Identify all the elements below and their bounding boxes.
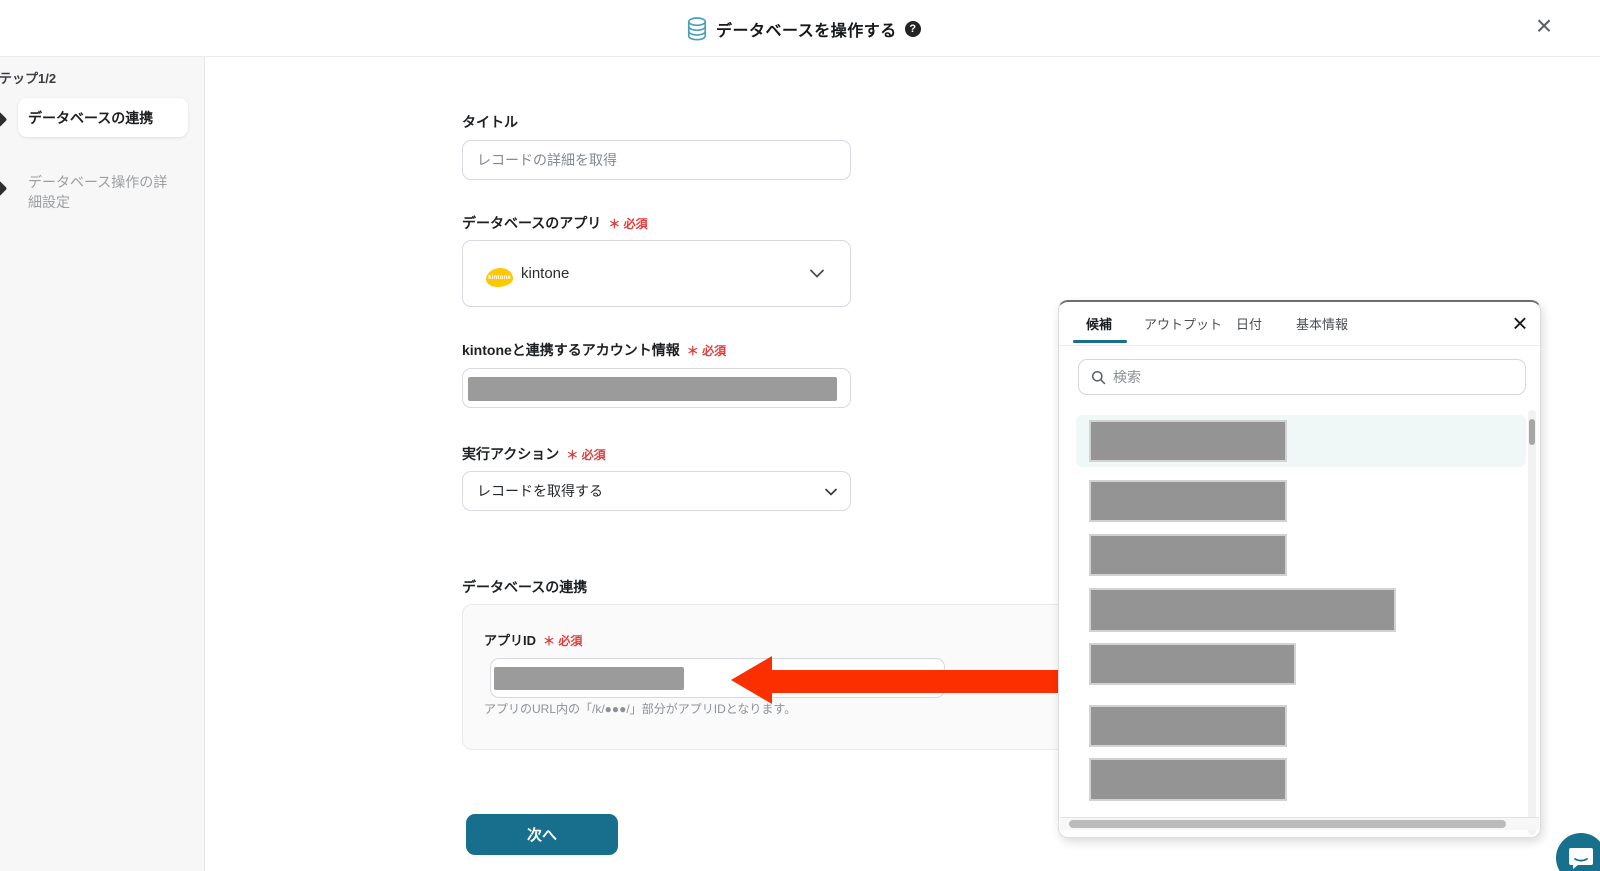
tab-output[interactable]: アウトプット: [1144, 314, 1222, 333]
step-pin-icon: [0, 111, 8, 128]
action-select-value: レコードを取得する: [477, 483, 603, 499]
popup-search-input[interactable]: [1113, 369, 1525, 385]
tab-date[interactable]: 日付: [1236, 314, 1262, 333]
popup-search: [1078, 359, 1526, 395]
action-select[interactable]: レコードを取得する: [462, 471, 851, 511]
vertical-scrollbar-track[interactable]: [1528, 410, 1536, 835]
horizontal-scrollbar-thumb[interactable]: [1069, 820, 1506, 828]
suggestion-popup: 候補 アウトプット 日付 基本情報 ×: [1058, 300, 1541, 838]
app-field-label: データベースのアプリ＊ 必須: [462, 215, 648, 231]
chevron-down-icon: [810, 269, 824, 278]
list-item-redacted[interactable]: [1089, 534, 1287, 576]
kintone-logo-icon: kintone: [486, 268, 513, 287]
chevron-down-icon: [825, 488, 837, 496]
popup-close-icon[interactable]: ×: [1503, 306, 1537, 340]
account-field-label: kintoneと連携するアカウント情報＊ 必須: [462, 342, 727, 358]
app-select-value: kintone: [521, 265, 570, 282]
title-input-wrap: [462, 140, 851, 180]
screen: データベースを操作する ? × ステップ1/2 データベースの連携 データベース…: [0, 0, 1600, 871]
tab-kouho[interactable]: 候補: [1086, 314, 1112, 333]
help-icon[interactable]: ?: [904, 20, 921, 37]
tab-divider: [1059, 345, 1540, 346]
list-item-redacted[interactable]: [1089, 758, 1287, 801]
required-badge: ＊ 必須: [543, 634, 583, 648]
tab-basic-info[interactable]: 基本情報: [1296, 314, 1348, 333]
step-counter: ステップ1/2: [0, 71, 57, 86]
active-tab-underline: [1073, 340, 1127, 343]
required-badge: ＊ 必須: [686, 344, 727, 358]
list-item-redacted[interactable]: [1089, 705, 1287, 747]
db-section-label: データベースの連携: [462, 579, 588, 595]
chat-widget-button[interactable]: [1556, 833, 1600, 871]
list-item-redacted[interactable]: [1089, 588, 1396, 632]
database-icon: [687, 16, 707, 41]
next-button[interactable]: 次へ: [466, 814, 618, 855]
modal-header: データベースを操作する ? ×: [0, 0, 1600, 57]
modal-close-icon[interactable]: ×: [1526, 6, 1562, 46]
required-badge: ＊ 必須: [608, 217, 648, 231]
page-title: データベースを操作する: [716, 22, 897, 40]
required-badge: ＊ 必須: [566, 448, 606, 462]
search-icon: [1091, 370, 1106, 384]
title-field-label: タイトル: [462, 114, 518, 130]
app-select[interactable]: kintone kintone: [462, 240, 851, 307]
list-item-redacted[interactable]: [1089, 420, 1287, 462]
app-id-label: アプリID ＊ 必須: [484, 633, 583, 648]
action-field-label: 実行アクション＊ 必須: [462, 446, 606, 462]
account-input[interactable]: [462, 368, 851, 408]
title-input[interactable]: [463, 141, 850, 179]
redacted-account-value: [468, 377, 837, 401]
annotation-arrow-head: [731, 656, 772, 704]
annotation-arrow: [770, 670, 1070, 693]
list-item-redacted[interactable]: [1089, 643, 1296, 685]
step-pin-icon: [0, 180, 8, 197]
chat-bubble-icon: [1569, 848, 1593, 869]
vertical-scrollbar-thumb[interactable]: [1529, 419, 1535, 445]
redacted-app-id-value: [494, 667, 684, 690]
sidebar-item-database-link[interactable]: データベースの連携: [18, 98, 188, 137]
steps-sidebar: ステップ1/2 データベースの連携 データベース操作の詳細設定: [0, 57, 205, 871]
sidebar-item-detail-settings[interactable]: データベース操作の詳細設定: [28, 172, 180, 213]
list-item-redacted[interactable]: [1089, 480, 1287, 522]
